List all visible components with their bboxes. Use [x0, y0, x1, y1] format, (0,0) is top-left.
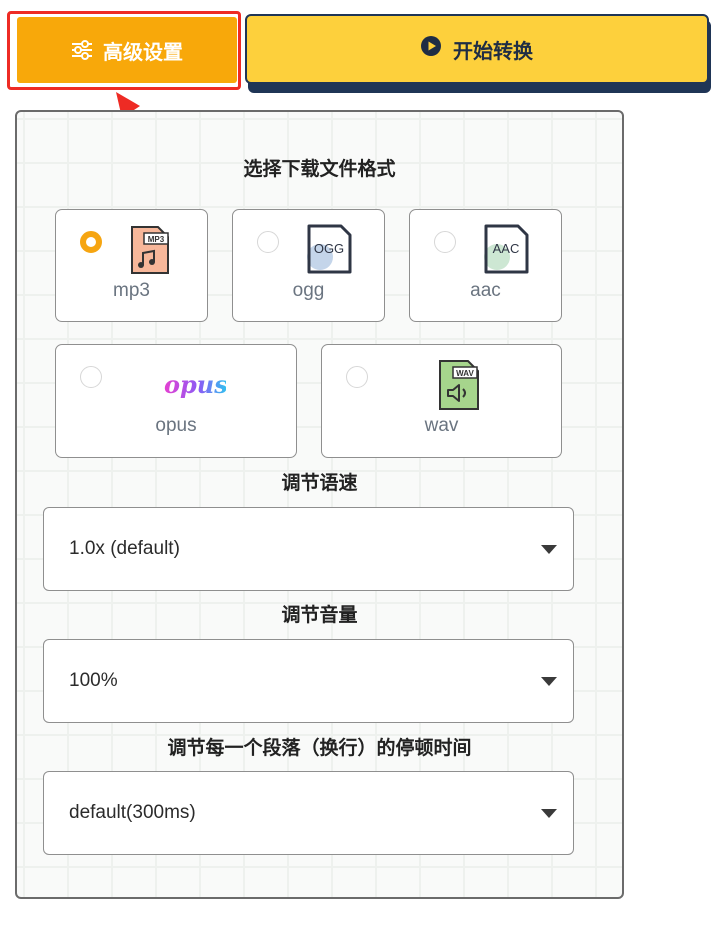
speed-select[interactable]: 1.0x (default)	[43, 507, 574, 591]
format-label-ogg: ogg	[292, 280, 325, 301]
radio-wav[interactable]	[346, 366, 368, 388]
caret-down-icon	[541, 677, 557, 686]
highlight-frame	[7, 11, 241, 90]
start-conversion-button[interactable]: 开始转换	[245, 14, 709, 84]
radio-mp3[interactable]	[80, 231, 102, 253]
start-conversion-label: 开始转换	[453, 40, 533, 63]
format-option-aac[interactable]: AAC aac	[409, 209, 562, 322]
volume-select[interactable]: 100%	[43, 639, 574, 723]
speed-select-value: 1.0x (default)	[69, 538, 180, 559]
format-option-mp3[interactable]: MP3 mp3	[55, 209, 208, 322]
caret-down-icon	[541, 809, 557, 818]
svg-text:MP3: MP3	[148, 235, 165, 244]
pause-section-title: 调节每一个段落（换行）的停顿时间	[167, 738, 472, 759]
svg-text:WAV: WAV	[456, 369, 474, 378]
pause-select-value: default(300ms)	[69, 802, 196, 823]
play-icon	[421, 36, 441, 62]
format-option-wav[interactable]: WAV wav	[321, 344, 562, 458]
radio-opus[interactable]	[80, 366, 102, 388]
caret-down-icon	[541, 545, 557, 554]
mp3-file-icon: MP3	[131, 226, 169, 274]
advanced-settings-panel: 选择下载文件格式 MP3 mp3 OGG ogg AAC aac opus op…	[15, 110, 624, 899]
aac-file-icon: AAC	[484, 224, 529, 274]
opus-logo: opus	[164, 370, 226, 399]
format-section-title: 选择下载文件格式	[243, 159, 396, 180]
volume-select-value: 100%	[69, 670, 118, 691]
format-option-opus[interactable]: opus opus	[55, 344, 297, 458]
format-label-mp3: mp3	[113, 280, 150, 301]
radio-ogg[interactable]	[257, 231, 279, 253]
svg-text:opus: opus	[164, 370, 226, 399]
format-label-wav: wav	[424, 415, 459, 436]
format-label-aac: aac	[470, 280, 501, 301]
format-label-opus: opus	[155, 415, 197, 436]
format-option-ogg[interactable]: OGG ogg	[232, 209, 385, 322]
volume-section-title: 调节音量	[281, 605, 358, 626]
wav-file-icon: WAV	[439, 360, 479, 410]
radio-aac[interactable]	[434, 231, 456, 253]
svg-text:OGG: OGG	[314, 241, 344, 256]
speed-section-title: 调节语速	[281, 473, 358, 494]
ogg-file-icon: OGG	[307, 224, 352, 274]
svg-text:AAC: AAC	[493, 241, 520, 256]
pause-select[interactable]: default(300ms)	[43, 771, 574, 855]
